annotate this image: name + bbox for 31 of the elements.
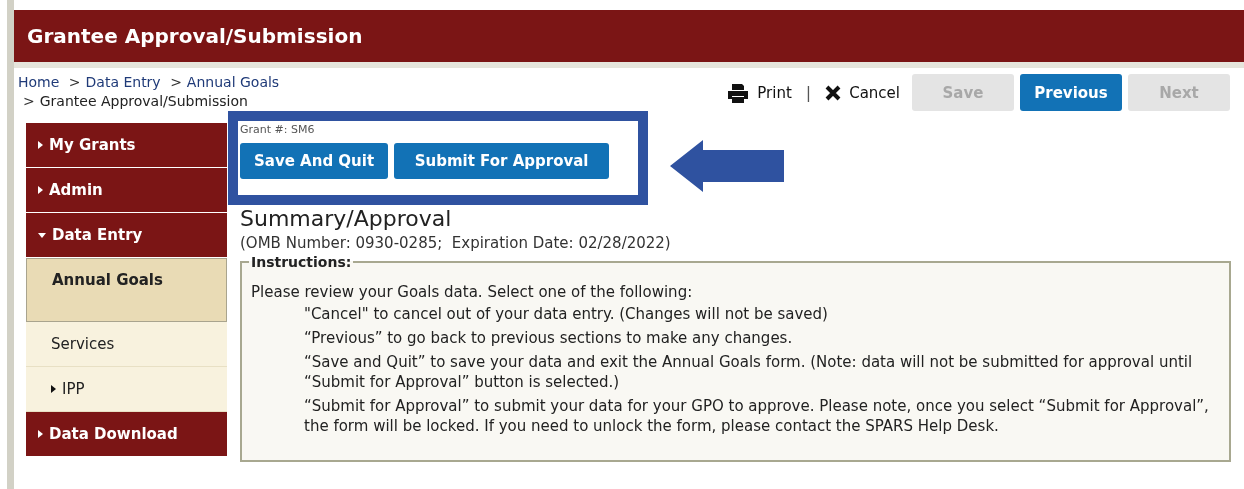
action-button[interactable]: Save And Quit — [240, 143, 389, 179]
section-heading: Summary/Approval — [240, 206, 453, 232]
sidebar-subitem[interactable]: Annual Goals — [26, 258, 227, 322]
cancel-button[interactable]: Cancel — [819, 83, 906, 102]
sidebar-item[interactable]: Admin — [26, 168, 227, 212]
printer-icon — [727, 82, 750, 103]
print-button[interactable]: Print — [721, 82, 798, 103]
instruction-item: “Save and Quit” to save your data and exit the Annual Goals form. (Note: data will not be submitted for approval until “Submit for Approval” button is selected.) — [303, 352, 1194, 392]
grant-number: Grant #: SM6 — [240, 123, 316, 136]
instruction-item: “Previous” to go back to previous sections to make any changes. — [303, 328, 794, 348]
breadcrumb-separator: > — [68, 74, 81, 90]
breadcrumb-separator: > — [23, 93, 35, 109]
omb-note: (OMB Number: 0930-0285; Expiration Date: 02/28/2022) — [240, 234, 672, 252]
nav-button[interactable]: Previous — [1020, 74, 1122, 111]
instruction-item: “Submit for Approval” to submit your data for your GPO to approve. Please note, once you select “Submit for Approval”, the form will be locked. If you need to unlock the form, please contact the SPARS Help Desk. — [303, 396, 1210, 436]
page-title: Grantee Approval/Submission — [27, 24, 363, 48]
breadcrumb-separator: > — [170, 74, 182, 90]
close-icon — [825, 84, 842, 101]
sidebar-subitem[interactable]: Services — [26, 322, 227, 367]
instructions-legend: Instructions: — [249, 254, 354, 270]
instruction-item: "Cancel" to cancel out of your data entry. (Changes will not be saved) — [303, 304, 829, 324]
action-button[interactable]: Submit For Approval — [394, 143, 610, 179]
breadcrumb-link[interactable]: Home — [18, 74, 60, 90]
instructions-text: Please review your Goals data. Select one of the following: — [251, 282, 694, 302]
sidebar-item[interactable]: Data Download — [26, 412, 227, 456]
sidebar-item[interactable]: My Grants — [26, 123, 227, 167]
sidebar-item[interactable]: Data Entry — [26, 213, 227, 257]
toolbar-separator: | — [805, 83, 812, 102]
breadcrumb-link[interactable]: Data Entry — [85, 74, 161, 90]
breadcrumb-link[interactable]: Annual Goals — [186, 74, 280, 90]
breadcrumb-current: Grantee Approval/Submission — [39, 93, 248, 109]
